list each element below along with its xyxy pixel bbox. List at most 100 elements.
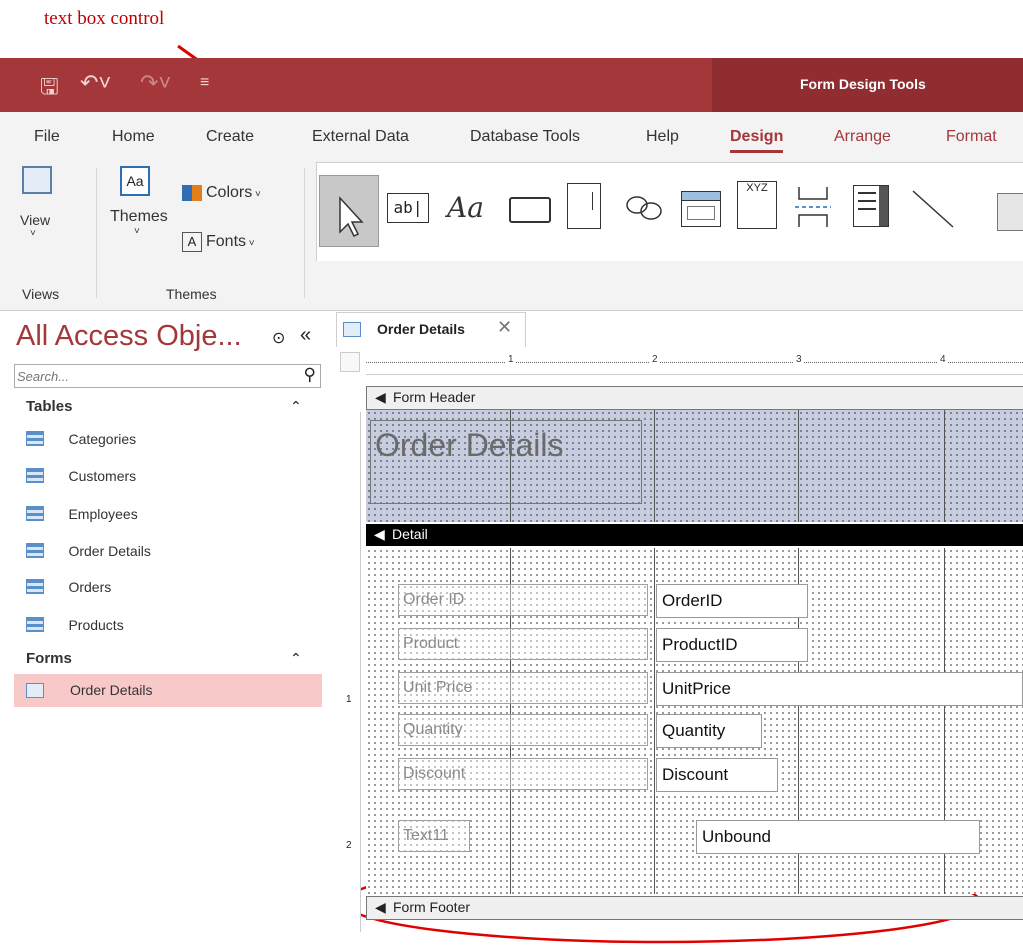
textbox-icon: ab| — [393, 198, 423, 217]
search-icon[interactable]: ⚲ — [304, 365, 316, 385]
header-title-label[interactable]: Order Details — [370, 420, 642, 504]
nav-item-label: Employees — [68, 505, 138, 522]
close-icon[interactable]: ✕ — [497, 317, 512, 338]
themes-label: Themes — [110, 208, 168, 225]
list-box-icon[interactable] — [853, 185, 889, 227]
form-icon — [343, 322, 361, 337]
customize-qat-icon[interactable]: ≡ — [200, 74, 209, 92]
fonts-button[interactable]: A Fonts ˅ — [182, 232, 255, 252]
nav-menu-icon[interactable]: ⊙ — [272, 328, 285, 348]
tab-create[interactable]: Create — [206, 128, 254, 146]
field-label-product[interactable]: Product — [398, 628, 648, 660]
themes-icon: Aa — [120, 166, 150, 196]
nav-item-categories[interactable]: Categories — [26, 430, 136, 448]
nav-group-tables[interactable]: Tables — [26, 398, 72, 415]
form-selector[interactable] — [340, 352, 360, 372]
undo-icon[interactable]: ↶˅ — [80, 70, 111, 96]
themes-button[interactable]: Aa Themes ˅ — [110, 166, 174, 266]
form-footer-band[interactable]: ◀ Form Footer — [366, 896, 1023, 920]
pointer-icon — [339, 196, 364, 238]
tab-design[interactable]: Design — [730, 128, 784, 153]
nav-title[interactable]: All Access Obje... — [16, 320, 242, 353]
colors-label: Colors — [206, 184, 253, 201]
tab-arrange[interactable]: Arrange — [834, 128, 891, 146]
table-icon — [26, 579, 44, 595]
band-arrow-icon: ◀ — [375, 389, 386, 405]
document-tab-title: Order Details — [377, 321, 465, 337]
nav-item-label: Products — [68, 616, 124, 633]
textbox-unit-price[interactable]: UnitPrice — [656, 672, 1023, 706]
nav-item-customers[interactable]: Customers — [26, 467, 136, 485]
field-label-quantity[interactable]: Quantity — [398, 714, 648, 746]
select-pointer-button[interactable] — [319, 175, 379, 247]
nav-item-label: Categories — [68, 430, 137, 447]
form-header-band[interactable]: ◀ Form Header — [366, 386, 1023, 410]
textbox-unbound[interactable]: Unbound — [696, 820, 980, 854]
tab-file[interactable]: File — [34, 128, 60, 146]
nav-item-label: Orders — [68, 578, 112, 595]
collapse-group-icon[interactable]: ⌃ — [290, 650, 302, 667]
table-icon — [26, 431, 44, 447]
field-label-text11[interactable]: Text11 — [398, 820, 470, 852]
button-control-icon[interactable] — [509, 197, 551, 223]
nav-item-products[interactable]: Products — [26, 616, 124, 634]
nav-item-label: Customers — [68, 467, 137, 484]
chevron-down-icon: ˅ — [30, 228, 36, 239]
textbox-discount[interactable]: Discount — [656, 758, 778, 792]
view-button[interactable]: View ˅ — [20, 166, 60, 266]
tab-external-data[interactable]: External Data — [312, 128, 409, 146]
rectangle-icon[interactable] — [997, 193, 1023, 231]
fonts-icon: A — [182, 232, 202, 252]
collapse-group-icon[interactable]: ⌃ — [290, 398, 302, 415]
nav-group-forms[interactable]: Forms — [26, 650, 72, 667]
band-arrow-icon: ◀ — [374, 526, 385, 542]
tab-help[interactable]: Help — [646, 128, 679, 146]
tab-home[interactable]: Home — [112, 128, 155, 146]
group-views-label: Views — [22, 286, 60, 302]
field-label-order-id[interactable]: Order ID — [398, 584, 648, 616]
group-separator — [304, 168, 305, 298]
nav-item-order-details[interactable]: Order Details — [26, 542, 151, 560]
textbox-control-button[interactable]: ab| — [387, 193, 429, 223]
nav-item-employees[interactable]: Employees — [26, 505, 138, 523]
tab-order-details[interactable]: Order Details ✕ — [336, 312, 526, 347]
detail-section[interactable]: Order ID OrderID Product ProductID Unit … — [366, 548, 1023, 894]
chevron-down-icon: ˅ — [134, 226, 140, 237]
detail-band[interactable]: ◀ Detail — [366, 524, 1023, 546]
collapse-pane-icon[interactable]: « — [300, 324, 311, 347]
tab-control-icon[interactable] — [567, 183, 601, 229]
page-break-icon[interactable] — [793, 185, 833, 229]
hyperlink-icon[interactable] — [623, 187, 667, 227]
form-header-label: Form Header — [393, 389, 476, 405]
field-label-discount[interactable]: Discount — [398, 758, 648, 790]
nav-item-orders[interactable]: Orders — [26, 578, 111, 596]
controls-gallery: ab| Aa XYZ — [316, 162, 1023, 261]
save-icon[interactable]: 🖫 — [40, 70, 59, 108]
label-control-button[interactable]: Aa — [447, 191, 484, 224]
tab-database-tools[interactable]: Database Tools — [470, 128, 580, 146]
textbox-product-id[interactable]: ProductID — [656, 628, 808, 662]
form-header-section[interactable]: Order Details — [366, 410, 1023, 522]
tab-format[interactable]: Format — [946, 128, 997, 146]
redo-icon[interactable]: ↷˅ — [140, 70, 171, 96]
textbox-order-id[interactable]: OrderID — [656, 584, 808, 618]
detail-label: Detail — [392, 526, 428, 542]
horizontal-ruler: 1 2 3 4 — [366, 352, 1023, 375]
web-browser-icon[interactable] — [681, 191, 721, 227]
combo-box-icon[interactable]: XYZ — [737, 181, 777, 229]
nav-item-label: Order Details — [70, 682, 153, 698]
view-label: View — [20, 212, 51, 228]
colors-button[interactable]: Colors ˅ — [182, 184, 261, 202]
search-box[interactable]: ⚲ — [14, 364, 321, 388]
ribbon-tabs: File Home Create External Data Database … — [0, 112, 1023, 158]
group-themes-label: Themes — [166, 286, 217, 302]
fonts-label: Fonts — [206, 233, 247, 250]
nav-item-label: Order Details — [68, 542, 151, 559]
textbox-quantity[interactable]: Quantity — [656, 714, 762, 748]
line-icon[interactable] — [909, 187, 959, 231]
search-input[interactable] — [15, 365, 289, 387]
nav-item-form-order-details[interactable]: Order Details — [14, 674, 322, 707]
field-label-unit-price[interactable]: Unit Price — [398, 672, 648, 704]
vertical-ruler: 1 2 — [342, 412, 361, 932]
table-icon — [26, 506, 44, 522]
